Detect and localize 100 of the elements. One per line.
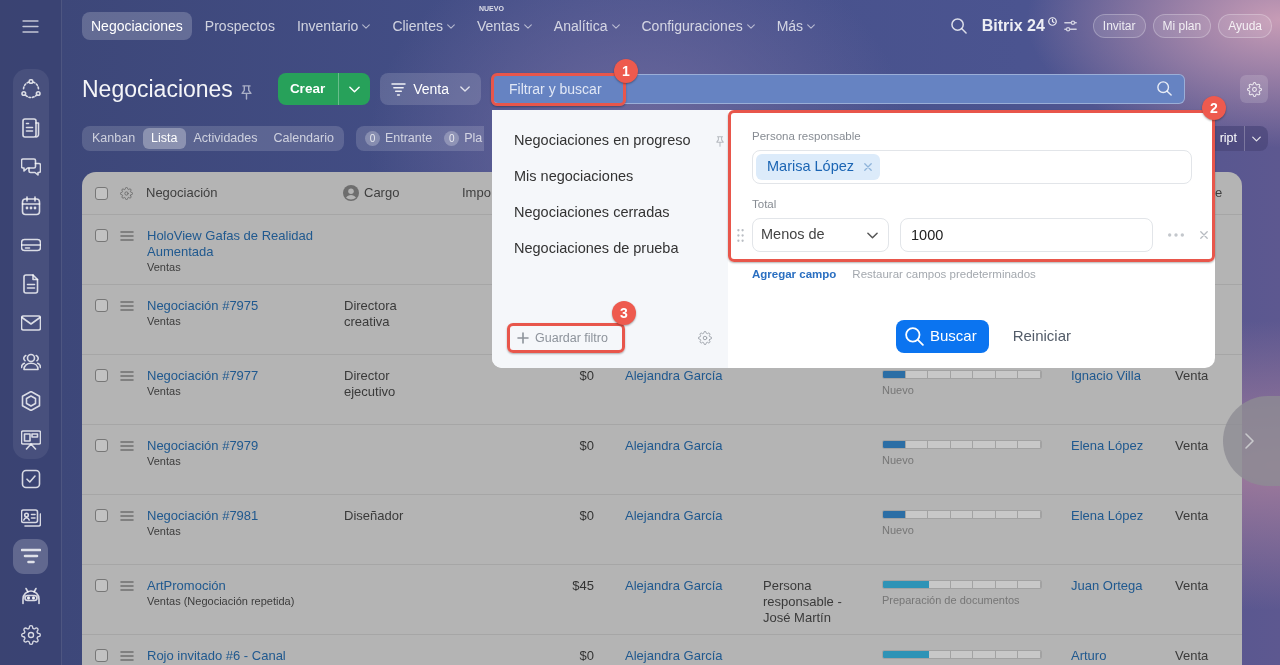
column-header[interactable]: Cargo bbox=[364, 183, 400, 203]
filter-preset[interactable]: Mis negociaciones bbox=[492, 159, 728, 195]
deal-type: Venta bbox=[1175, 508, 1209, 523]
responsible-link[interactable]: Alejandra García bbox=[625, 578, 723, 593]
settings-icon bbox=[20, 624, 41, 645]
contact-card-icon bbox=[20, 507, 41, 528]
deal-link[interactable]: Negociación #7977 bbox=[147, 368, 259, 384]
view-tab[interactable]: Actividades bbox=[185, 128, 266, 149]
stage-progress-track[interactable] bbox=[882, 650, 1042, 659]
view-tab[interactable]: Lista bbox=[143, 128, 186, 149]
drag-handle-icon[interactable] bbox=[120, 301, 134, 311]
row-checkbox[interactable] bbox=[95, 579, 108, 592]
stage-progress-track[interactable] bbox=[882, 440, 1042, 449]
select-all-checkbox[interactable] bbox=[95, 186, 108, 200]
operator-select[interactable]: Menos de bbox=[752, 218, 889, 252]
row-checkbox[interactable] bbox=[95, 229, 108, 242]
drag-handle-icon[interactable] bbox=[120, 441, 134, 451]
row-checkbox[interactable] bbox=[95, 649, 108, 662]
brand-name: Bitrix 24 bbox=[981, 16, 1045, 36]
search-icon[interactable] bbox=[950, 18, 967, 34]
deal-link[interactable]: HoloView Gafas de Realidad Aumentada bbox=[147, 228, 344, 260]
toolbar-button[interactable]: ript bbox=[1214, 126, 1244, 151]
contact-link[interactable]: Elena López bbox=[1071, 508, 1144, 523]
row-checkbox[interactable] bbox=[95, 439, 108, 452]
contact-link[interactable]: Elena López bbox=[1071, 438, 1144, 453]
add-field-link[interactable]: Agregar campo bbox=[752, 267, 837, 281]
view-tab[interactable]: Kanban bbox=[84, 128, 144, 149]
header-button[interactable]: Mi plan bbox=[1152, 14, 1212, 38]
filter-preset[interactable]: Negociaciones cerradas bbox=[492, 195, 728, 231]
column-header[interactable]: e bbox=[1215, 185, 1223, 201]
contact-link[interactable]: Juan Ortega bbox=[1071, 578, 1143, 593]
robot-icon bbox=[20, 585, 41, 606]
more-icon[interactable] bbox=[1168, 233, 1184, 237]
filter-preset[interactable]: Negociaciones en progreso bbox=[492, 123, 728, 159]
drag-handle-icon[interactable] bbox=[737, 228, 744, 242]
clock-icon[interactable] bbox=[1047, 17, 1057, 26]
row-checkbox[interactable] bbox=[95, 299, 108, 312]
dropdown-caret-button[interactable] bbox=[1244, 126, 1268, 151]
filter-preset[interactable]: Negociaciones de prueba bbox=[492, 231, 728, 267]
responsible-link[interactable]: Alejandra García bbox=[625, 368, 723, 383]
create-menu-button[interactable] bbox=[338, 73, 371, 105]
row-checkbox[interactable] bbox=[95, 509, 108, 522]
header-button[interactable]: Invitar bbox=[1092, 14, 1146, 38]
contact-link[interactable]: Arturo bbox=[1071, 648, 1107, 663]
counter-filter[interactable]: 0 Pla bbox=[444, 129, 483, 148]
category-button[interactable]: Venta bbox=[380, 73, 481, 105]
nav-tab[interactable]: Ventas bbox=[467, 12, 541, 40]
chevron-down-icon bbox=[611, 23, 620, 29]
drag-handle-icon[interactable] bbox=[120, 651, 134, 661]
person-tag[interactable]: Marisa López bbox=[756, 154, 881, 180]
settings-button[interactable] bbox=[1240, 75, 1268, 103]
drag-handle-icon[interactable] bbox=[120, 231, 134, 241]
search-button[interactable]: Buscar bbox=[896, 320, 989, 353]
counter-filter[interactable]: 0 Entrante bbox=[364, 129, 433, 148]
settings-icon[interactable] bbox=[120, 186, 133, 200]
nav-tab[interactable]: Inventario bbox=[287, 12, 380, 40]
header-button[interactable]: Ayuda bbox=[1218, 14, 1272, 38]
deal-link[interactable]: Negociación #7981 bbox=[147, 508, 259, 524]
responsible-link[interactable]: Alejandra García bbox=[625, 648, 723, 663]
nav-tab[interactable]: Analítica bbox=[544, 12, 629, 40]
restore-fields-link[interactable]: Restaurar campos predeterminados bbox=[852, 267, 1036, 281]
stage-progress-track[interactable] bbox=[882, 370, 1042, 379]
responsible-link[interactable]: Alejandra García bbox=[625, 438, 723, 453]
deal-link[interactable]: Rojo invitado #6 - Canal bbox=[147, 648, 286, 664]
settings-icon[interactable] bbox=[698, 331, 712, 345]
nav-tab[interactable]: Clientes bbox=[383, 12, 464, 40]
save-filter-button[interactable]: Guardar filtro bbox=[510, 326, 622, 350]
news-document-icon bbox=[20, 117, 41, 138]
value-input[interactable]: 1000 bbox=[900, 218, 1153, 252]
row-checkbox[interactable] bbox=[95, 369, 108, 382]
nav-tab[interactable]: Negociaciones bbox=[82, 12, 192, 40]
drag-handle-icon[interactable] bbox=[120, 581, 134, 591]
reset-button[interactable]: Reiniciar bbox=[1000, 320, 1084, 353]
deal-link[interactable]: Negociación #7975 bbox=[147, 298, 259, 314]
pin-icon[interactable] bbox=[716, 135, 724, 147]
sliders-icon[interactable] bbox=[1063, 20, 1077, 32]
deal-category: Ventas (Negociación repetida) bbox=[147, 594, 295, 608]
responsible-link[interactable]: Alejandra García bbox=[625, 508, 723, 523]
deal-link[interactable]: Negociación #7979 bbox=[147, 438, 259, 454]
nav-tab[interactable]: Más bbox=[767, 12, 825, 40]
nav-tab[interactable]: Configuraciones bbox=[632, 12, 764, 40]
create-button[interactable]: Crear bbox=[277, 73, 339, 105]
deal-link[interactable]: ArtPromoción bbox=[147, 578, 226, 594]
view-tab[interactable]: Calendario bbox=[265, 128, 342, 149]
search-icon[interactable] bbox=[1157, 81, 1172, 96]
drag-handle-icon[interactable] bbox=[120, 371, 134, 381]
close-icon[interactable] bbox=[864, 163, 873, 171]
people-icon bbox=[20, 351, 41, 372]
contact-link[interactable]: Ignacio Villa bbox=[1071, 368, 1141, 383]
close-icon[interactable] bbox=[1200, 231, 1208, 239]
column-header[interactable]: Negociación bbox=[146, 185, 218, 201]
deal-type: Venta bbox=[1175, 438, 1209, 453]
stage-progress-track[interactable] bbox=[882, 580, 1042, 589]
sidebar-item[interactable] bbox=[13, 539, 48, 574]
stage-progress-track[interactable] bbox=[882, 510, 1042, 519]
people-field[interactable]: Marisa López bbox=[752, 150, 1192, 184]
nav-tab[interactable]: Prospectos bbox=[195, 12, 284, 40]
amount: $0 bbox=[579, 368, 594, 384]
drag-handle-icon[interactable] bbox=[120, 511, 134, 521]
column-header[interactable]: Impo bbox=[462, 185, 491, 201]
